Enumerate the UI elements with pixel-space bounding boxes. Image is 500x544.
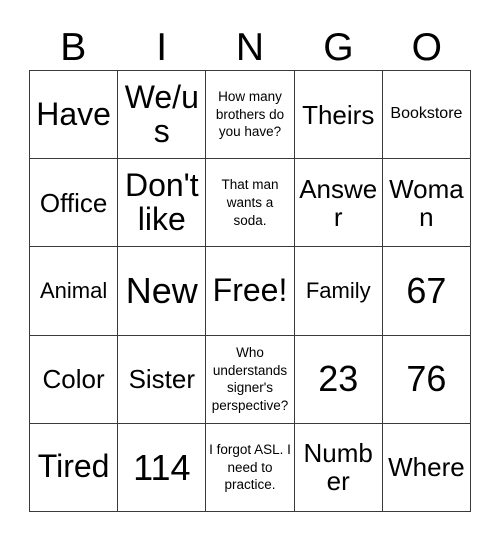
bingo-cell-text: Theirs [302, 99, 375, 130]
bingo-header-row: B I N G O [29, 8, 471, 70]
bingo-cell-text: Bookstore [390, 105, 463, 123]
bingo-cell-text: We/us [124, 78, 199, 149]
bingo-cell-text: Don't like [124, 166, 199, 237]
bingo-cell-i2[interactable]: Don't like [118, 159, 207, 248]
bingo-cell-b1[interactable]: Have [30, 71, 119, 160]
bingo-cell-text: That man wants a soda. [221, 177, 279, 228]
bingo-cell-text: Office [39, 187, 108, 218]
bingo-header-letter-o: O [411, 26, 442, 69]
bingo-row: Animal New Free! Family 67 [30, 247, 472, 336]
bingo-cell-text: Number [303, 438, 373, 497]
bingo-cell-text: Tired [37, 448, 110, 485]
bingo-grid: Have We/us How many brothers do you have… [29, 70, 472, 512]
bingo-cell-b5[interactable]: Tired [30, 423, 119, 512]
bingo-cell-o2[interactable]: Woman [382, 159, 472, 248]
bingo-cell-text: How many brothers do you have? [215, 89, 285, 140]
bingo-cell-i4[interactable]: Sister [118, 335, 207, 424]
bingo-cell-i3[interactable]: New [118, 247, 207, 336]
bingo-cell-g2[interactable]: Answer [294, 159, 383, 248]
bingo-cell-text: 114 [133, 446, 191, 488]
bingo-cell-text: Who understands signer's perspective? [211, 345, 289, 413]
bingo-cell-text: 76 [406, 358, 447, 400]
bingo-cell-text: New [125, 270, 198, 312]
bingo-cell-n4[interactable]: Who understands signer's perspective? [206, 335, 295, 424]
bingo-cell-text: Have [36, 95, 111, 132]
bingo-cell-g1[interactable]: Theirs [294, 71, 383, 160]
bingo-header-letter-n: N [235, 26, 265, 69]
bingo-cell-b2[interactable]: Office [30, 159, 119, 248]
bingo-row: Color Sister Who understands signer's pe… [30, 335, 472, 424]
bingo-cell-g3[interactable]: Family [294, 247, 383, 336]
bingo-header-letter-g: G [323, 26, 354, 69]
bingo-header-letter-b: B [60, 26, 87, 69]
bingo-cell-text: Free! [212, 272, 288, 309]
bingo-cell-text: Color [42, 364, 105, 395]
bingo-header-letter-i: I [156, 26, 168, 69]
bingo-cell-o1[interactable]: Bookstore [382, 71, 472, 160]
bingo-cell-n1[interactable]: How many brothers do you have? [206, 71, 295, 160]
bingo-cell-o4[interactable]: 76 [382, 335, 472, 424]
bingo-cell-i1[interactable]: We/us [118, 71, 207, 160]
bingo-row: Tired 114 I forgot ASL. I need to practi… [30, 423, 472, 512]
bingo-cell-i5[interactable]: 114 [118, 423, 207, 512]
bingo-cell-g5[interactable]: Number [294, 423, 383, 512]
bingo-cell-text: Family [305, 277, 371, 303]
bingo-cell-free-space[interactable]: Free! [206, 247, 295, 336]
bingo-cell-b3[interactable]: Animal [30, 247, 119, 336]
bingo-cell-text: Woman [389, 173, 464, 232]
bingo-cell-b4[interactable]: Color [30, 335, 119, 424]
bingo-card: B I N G O Have We/us How many brothers d… [29, 8, 472, 512]
bingo-cell-o3[interactable]: 67 [382, 247, 472, 336]
bingo-cell-text: Where [388, 452, 465, 483]
bingo-cell-text: Animal [39, 277, 108, 303]
bingo-cell-text: Sister [128, 364, 196, 395]
bingo-row: Have We/us How many brothers do you have… [30, 71, 472, 160]
bingo-cell-o5[interactable]: Where [382, 423, 472, 512]
bingo-cell-text: 67 [406, 270, 447, 312]
bingo-row: Office Don't like That man wants a soda.… [30, 159, 472, 248]
bingo-cell-text: 23 [318, 358, 359, 400]
bingo-cell-g4[interactable]: 23 [294, 335, 383, 424]
bingo-cell-n2[interactable]: That man wants a soda. [206, 159, 295, 248]
bingo-cell-text: I forgot ASL. I need to practice. [209, 442, 291, 493]
bingo-cell-n5[interactable]: I forgot ASL. I need to practice. [206, 423, 295, 512]
bingo-cell-text: Answer [299, 173, 378, 232]
